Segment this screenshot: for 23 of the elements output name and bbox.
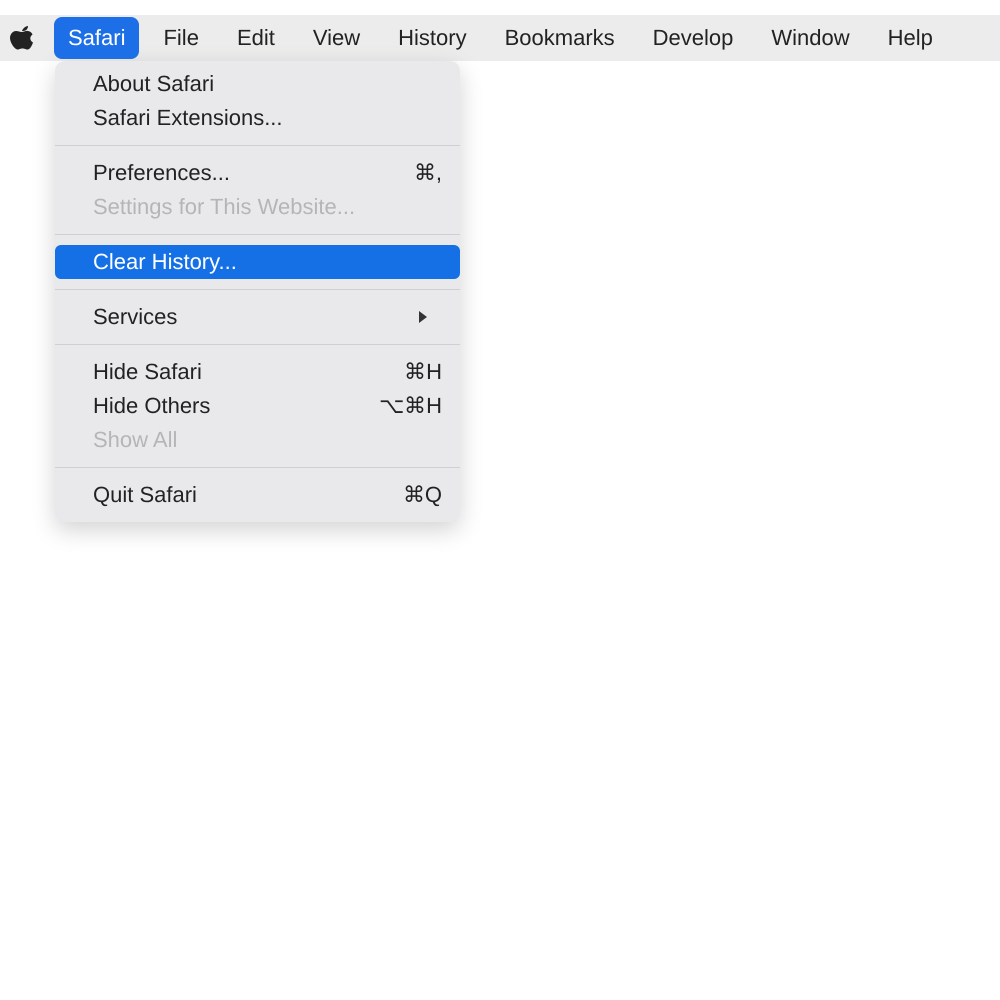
shortcut-label: ⌘,: [414, 160, 442, 186]
menu-item[interactable]: Safari Extensions...: [55, 101, 460, 135]
submenu-arrow-icon: [418, 310, 428, 324]
menu-item[interactable]: Services: [55, 300, 460, 334]
menu-bar-item[interactable]: View: [298, 17, 374, 59]
shortcut-label: ⌘H: [404, 359, 442, 385]
menu-item[interactable]: Clear History...: [55, 245, 460, 279]
menu-item[interactable]: Hide Safari ⌘H: [55, 355, 460, 389]
menu-bar-item[interactable]: File: [149, 17, 213, 59]
menu-item[interactable]: Preferences... ⌘,: [55, 156, 460, 190]
menu-bar-item[interactable]: History: [384, 17, 481, 59]
menu-item[interactable]: Quit Safari ⌘Q: [55, 478, 460, 512]
menu-bar-item[interactable]: Safari: [54, 17, 140, 59]
shortcut-label: ⌘Q: [402, 482, 442, 508]
menu-bar-item[interactable]: Edit: [222, 17, 289, 59]
apple-logo-icon[interactable]: [10, 24, 34, 52]
menu-bar-item[interactable]: Window: [757, 17, 864, 59]
shortcut-label: ⌥⌘H: [379, 393, 442, 419]
menu-bar-item[interactable]: Bookmarks: [490, 17, 629, 59]
menu-bar-item[interactable]: Develop: [638, 17, 748, 59]
menu-item[interactable]: Hide Others ⌥⌘H: [55, 389, 460, 423]
menu-item[interactable]: About Safari: [55, 67, 460, 101]
menu-bar-item[interactable]: Help: [874, 17, 947, 59]
